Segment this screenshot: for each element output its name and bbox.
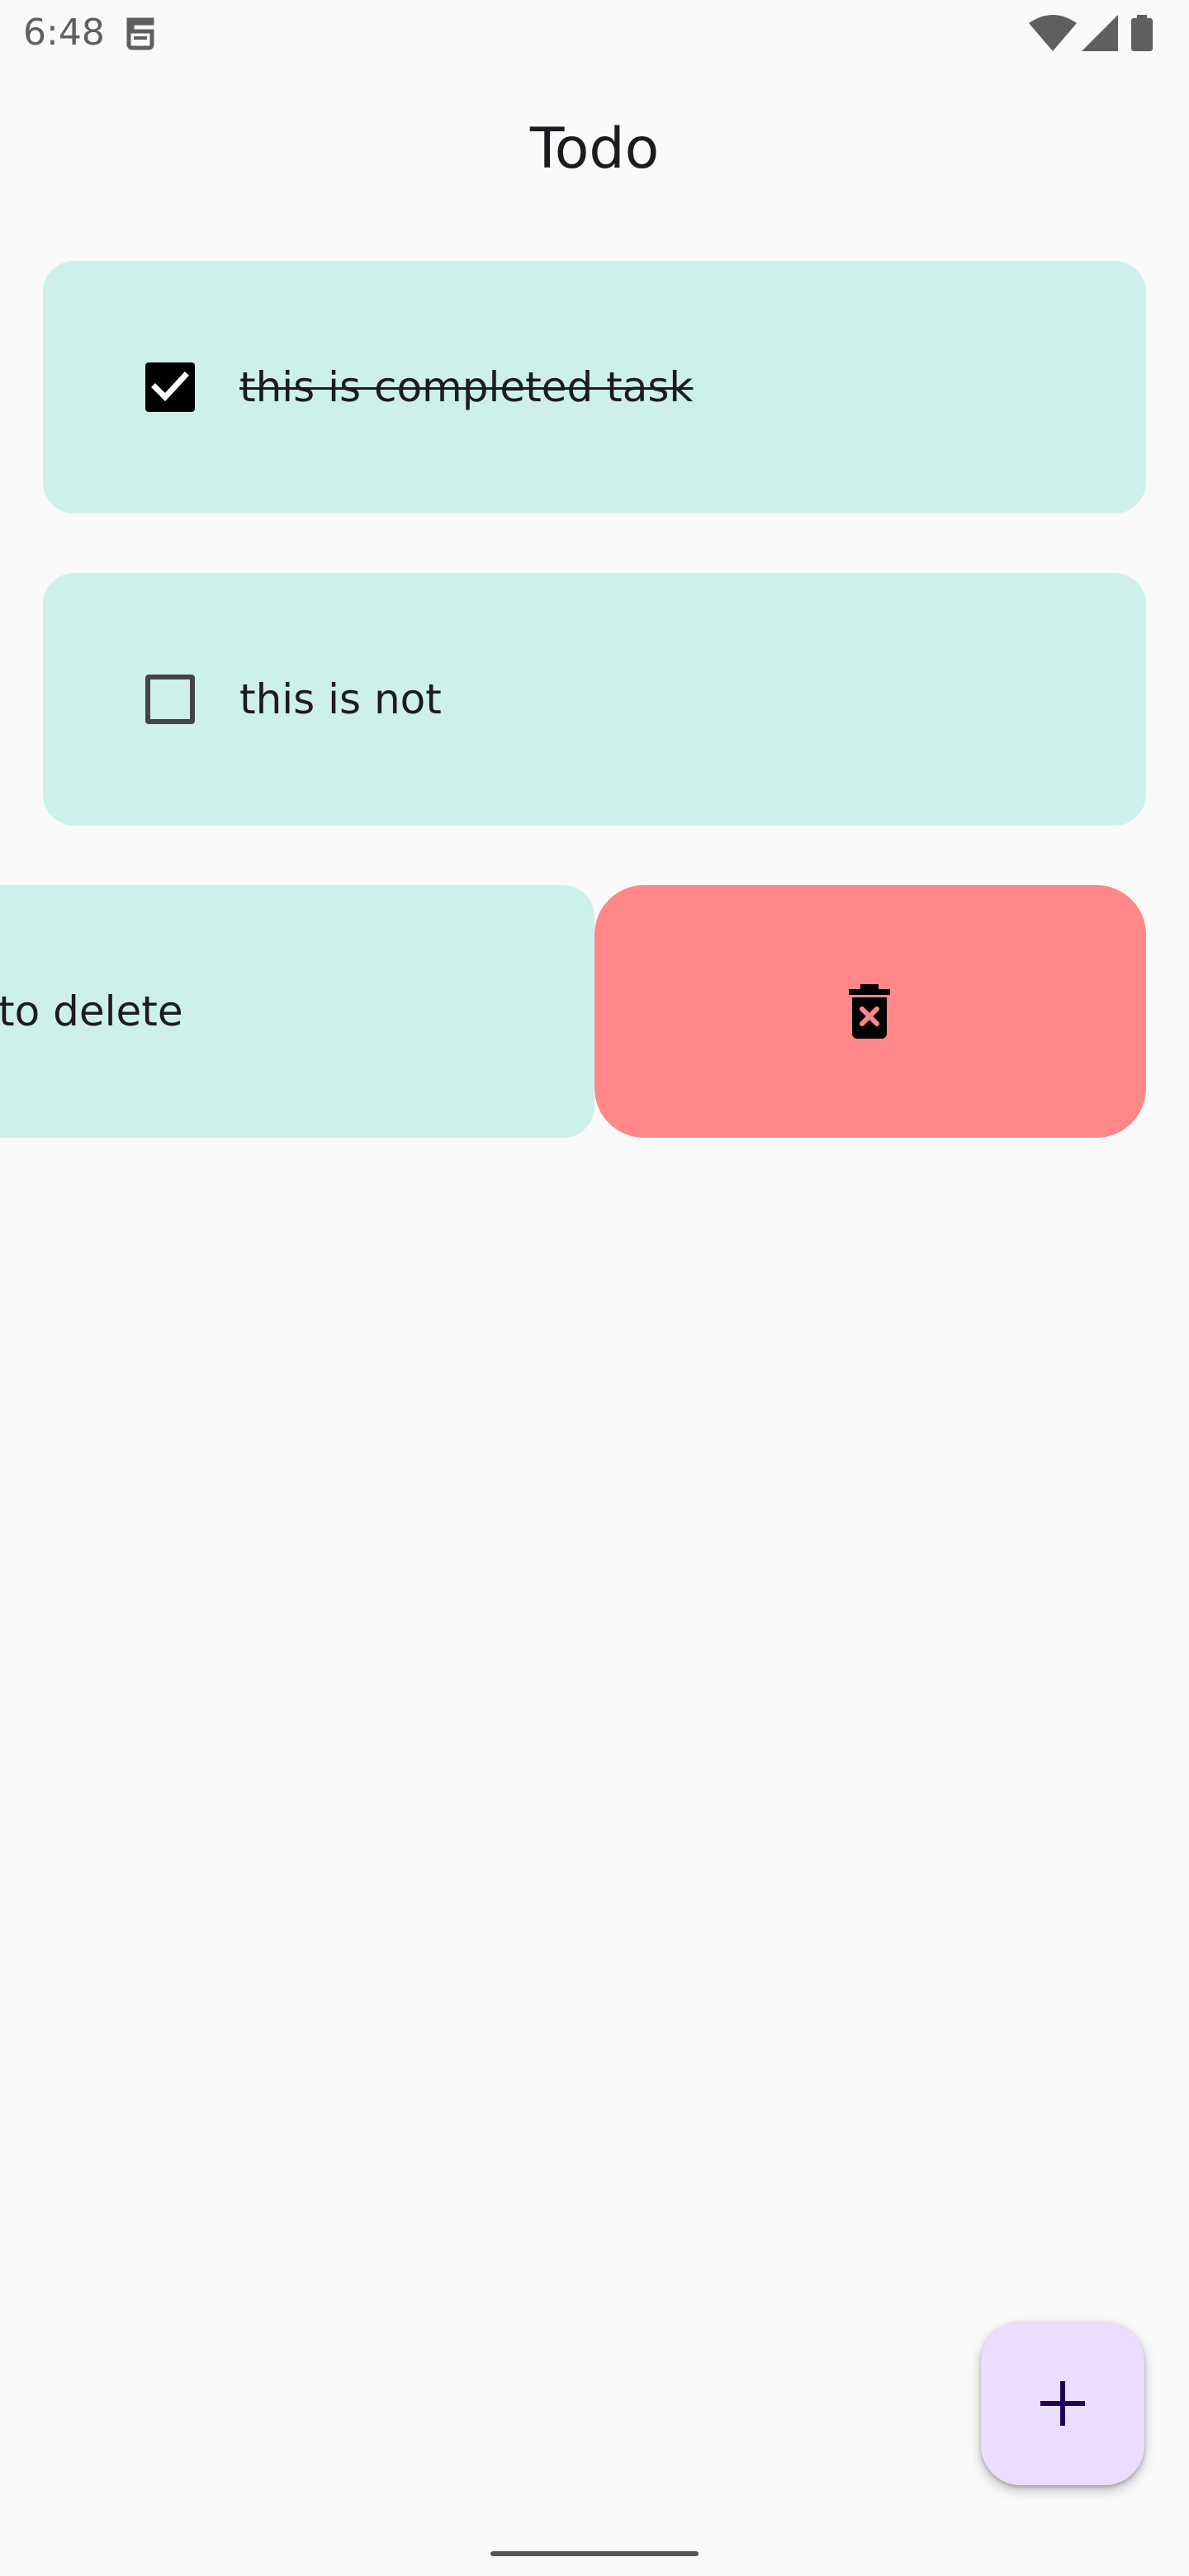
add-icon	[1040, 2381, 1085, 2426]
status-bar: 6:48	[0, 0, 1189, 69]
task-card-swiped[interactable]: to delete	[0, 885, 594, 1138]
wifi-icon	[1029, 15, 1077, 51]
task-text: to delete	[0, 987, 183, 1035]
task-checkbox-unchecked[interactable]	[145, 675, 195, 724]
status-time: 6:48	[23, 12, 105, 54]
gesture-bar[interactable]	[490, 2551, 699, 2556]
add-task-button[interactable]	[981, 2322, 1144, 2485]
delete-action[interactable]	[594, 885, 1146, 1138]
task-text: this is not	[239, 675, 442, 723]
notification-icon	[124, 15, 157, 53]
battery-icon	[1131, 15, 1153, 51]
task-card[interactable]: this is completed task	[43, 261, 1146, 514]
cell-signal-icon	[1082, 15, 1118, 51]
page-title: Todo	[529, 116, 660, 182]
delete-icon	[849, 984, 890, 1039]
task-checkbox-checked[interactable]	[145, 362, 195, 412]
task-text: this is completed task	[239, 363, 694, 411]
task-card[interactable]: this is not	[43, 573, 1146, 826]
check-icon	[151, 372, 189, 402]
